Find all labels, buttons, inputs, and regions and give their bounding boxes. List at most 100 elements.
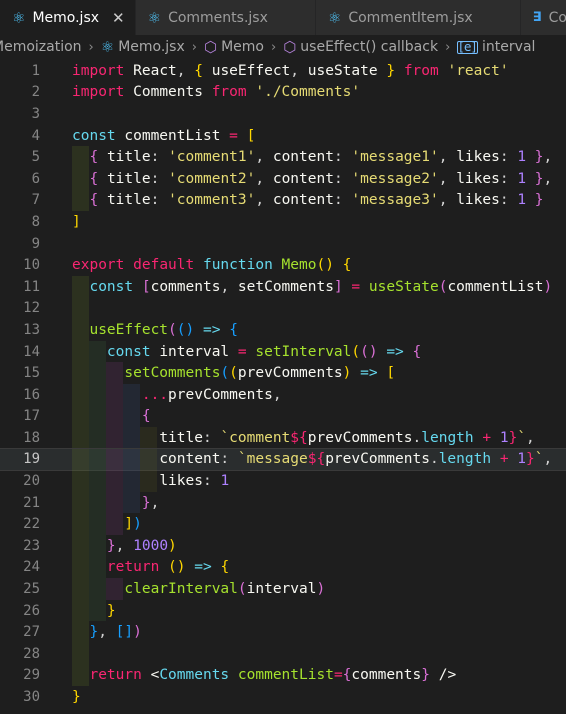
chevron-right-icon: ›: [445, 39, 451, 55]
code-line: 1 import React, { useEffect, useState } …: [0, 60, 566, 82]
code-line: 9: [0, 233, 566, 255]
breadcrumb-item-folder[interactable]: Memoization: [0, 39, 82, 55]
line-number: 16: [23, 386, 40, 403]
code-text: ]): [124, 516, 142, 533]
code-text: const [comments, setComments] = useState…: [89, 278, 553, 295]
code-text: ]: [72, 213, 81, 230]
code-text: export default function Memo() {: [72, 257, 352, 274]
code-text: { title: 'comment3', content: 'message3'…: [89, 192, 544, 209]
breadcrumb-item-callback[interactable]: ⬡ useEffect() callback: [283, 38, 438, 56]
breadcrumb-item-file[interactable]: ⚛ Memo.jsx: [101, 38, 185, 56]
line-number: 24: [23, 559, 40, 576]
code-line: 29 return <Comments commentList={comment…: [0, 664, 566, 687]
code-line: 4 const commentList = [: [0, 125, 566, 147]
line-number: 12: [23, 300, 40, 317]
code-line-current: 19 content: `message${prevComments.lengt…: [0, 447, 566, 472]
code-line: 3: [0, 103, 566, 125]
line-number: 1: [31, 62, 40, 79]
line-number: 14: [23, 343, 40, 360]
line-number: 3: [31, 105, 40, 122]
react-icon: ⚛: [327, 8, 342, 27]
code-text: }, 1000): [106, 537, 177, 554]
code-text: {: [141, 408, 151, 425]
close-icon[interactable]: ✕: [112, 9, 125, 27]
code-text: return () => {: [106, 559, 230, 576]
breadcrumb-item-variable[interactable]: [e] interval: [457, 39, 535, 55]
code-text: ...prevComments,: [141, 386, 282, 403]
react-icon: ⚛: [147, 8, 162, 27]
line-number: 4: [31, 127, 40, 144]
tab-memo-jsx[interactable]: ⚛ Memo.jsx ✕: [0, 0, 136, 35]
code-line: 28: [0, 643, 566, 665]
code-line: 12: [0, 297, 566, 320]
line-number: 6: [31, 170, 40, 187]
chevron-right-icon: ›: [191, 39, 197, 55]
code-text: title: `comment${prevComments.length + 1…: [159, 429, 535, 446]
line-number: 30: [23, 689, 40, 706]
line-number: 17: [23, 408, 40, 425]
code-line: 18 title: `comment${prevComments.length …: [0, 427, 566, 449]
code-line: 23 }, 1000): [0, 535, 566, 557]
breadcrumb-item-function[interactable]: ⬡ Memo: [204, 38, 264, 56]
code-text: likes: 1: [159, 473, 230, 490]
code-text: clearInterval(interval): [124, 581, 326, 598]
breadcrumb: Memoization › ⚛ Memo.jsx › ⬡ Memo › ⬡ useEf…: [0, 36, 566, 58]
line-number: 29: [23, 667, 40, 684]
code-line: 14 const interval = setInterval(() => {: [0, 340, 566, 363]
code-text: import React, { useEffect, useState } fr…: [72, 62, 509, 79]
code-text: { title: 'comment1', content: 'message1'…: [89, 149, 553, 166]
code-editor[interactable]: 1 import React, { useEffect, useState } …: [0, 60, 566, 708]
line-number: 2: [31, 84, 40, 101]
line-number: 25: [23, 581, 40, 598]
code-line: 5 { title: 'comment1', content: 'message…: [0, 146, 566, 168]
chevron-right-icon: ›: [270, 39, 277, 55]
code-text: content: `message${prevComments.length +…: [159, 451, 553, 468]
code-line: 30 }: [0, 686, 566, 708]
react-icon: ⚛: [100, 38, 115, 56]
cube-icon: ⬡: [283, 38, 297, 56]
tab-comments-jsx[interactable]: ⚛ Comments.jsx: [135, 0, 316, 35]
code-line: 7 { title: 'comment3', content: 'message…: [0, 189, 566, 212]
line-number: 13: [23, 321, 40, 338]
code-line: 11 const [comments, setComments] = useSt…: [0, 275, 566, 298]
code-line: 8 ]: [0, 211, 566, 233]
line-number: 15: [23, 365, 40, 382]
code-text: import Comments from './Comments': [72, 84, 361, 101]
code-text: const commentList = [: [72, 127, 256, 144]
line-number: 10: [23, 257, 40, 274]
tab-css-file[interactable]: ∃ Co: [520, 0, 566, 35]
breadcrumb-label: useEffect() callback: [300, 39, 439, 55]
react-icon: ⚛: [12, 8, 26, 27]
tab-label: Comments.jsx: [168, 9, 268, 26]
code-line: 27 }, []): [0, 621, 566, 644]
breadcrumb-label: Memo.jsx: [118, 39, 185, 55]
line-number: 23: [23, 537, 40, 554]
code-text: }: [106, 602, 116, 619]
code-line: 25 clearInterval(interval): [0, 578, 566, 600]
tab-commentitem-jsx[interactable]: ⚛ CommentItem.jsx: [315, 0, 521, 35]
code-text: useEffect(() => {: [89, 321, 238, 338]
tab-label: Co: [548, 9, 566, 26]
code-line: 15 setComments((prevComments) => [: [0, 362, 566, 384]
line-number: 19: [23, 451, 40, 468]
line-number: 5: [31, 149, 40, 166]
code-line: 20 likes: 1: [0, 470, 566, 492]
code-text: const interval = setInterval(() => {: [106, 343, 422, 360]
css-icon: ∃: [532, 10, 542, 25]
code-line: 22 ]): [0, 513, 566, 536]
breadcrumb-label: interval: [482, 39, 536, 55]
code-line: 10 export default function Memo() {: [0, 254, 566, 276]
tab-label: CommentItem.jsx: [348, 9, 473, 26]
line-number: 26: [23, 602, 40, 619]
line-number: 11: [23, 278, 40, 295]
code-text: }, []): [89, 624, 142, 641]
code-text: },: [141, 494, 160, 511]
code-text: { title: 'comment2', content: 'message2'…: [89, 170, 553, 187]
code-line: 2 import Comments from './Comments': [0, 82, 566, 104]
line-number: 21: [23, 494, 40, 511]
line-number: 18: [23, 429, 40, 446]
code-text: setComments((prevComments) => [: [124, 365, 396, 382]
chevron-right-icon: ›: [88, 39, 94, 55]
cube-icon: ⬡: [203, 38, 218, 56]
editor-tab-bar: ⚛ Memo.jsx ✕ ⚛ Comments.jsx ⚛ CommentIte…: [0, 0, 566, 36]
